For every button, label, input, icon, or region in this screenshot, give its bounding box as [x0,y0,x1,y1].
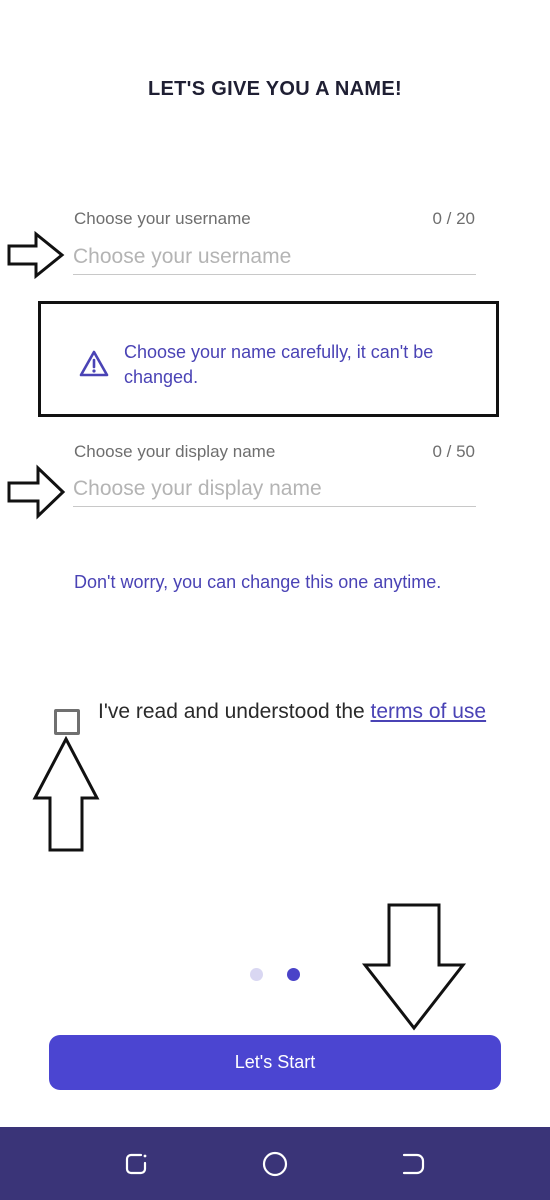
annotation-arrow-right-icon [7,464,66,520]
terms-checkbox[interactable] [54,709,80,735]
pager-dot-1 [250,968,263,981]
username-input[interactable] [73,239,476,275]
warning-box: Choose your name carefully, it can't be … [38,301,499,417]
navigation-bar [0,1127,550,1200]
annotation-arrow-down-icon [361,903,467,1031]
username-label: Choose your username [74,209,251,228]
lets-start-button[interactable]: Let's Start [49,1035,501,1090]
page-title: LET'S GIVE YOU A NAME! [148,78,402,100]
annotation-arrow-right-icon [7,230,65,280]
username-counter: 0 / 20 [432,209,475,228]
warning-message: Choose your name carefully, it can't be … [124,342,434,387]
display-name-hint: Don't worry, you can change this one any… [74,572,442,592]
terms-of-use-link[interactable]: terms of use [371,700,487,723]
home-icon[interactable] [260,1149,290,1179]
display-name-label: Choose your display name [74,442,276,461]
display-name-input[interactable] [73,471,476,507]
terms-statement: I've read and understood the terms of us… [98,696,498,727]
recent-apps-icon[interactable] [122,1149,152,1179]
warning-triangle-icon [79,350,109,377]
display-name-counter: 0 / 50 [432,442,475,461]
annotation-arrow-up-icon [32,736,100,852]
pager-dot-2-active [287,968,300,981]
back-icon[interactable] [398,1149,428,1179]
terms-prefix: I've read and understood the [98,700,371,723]
